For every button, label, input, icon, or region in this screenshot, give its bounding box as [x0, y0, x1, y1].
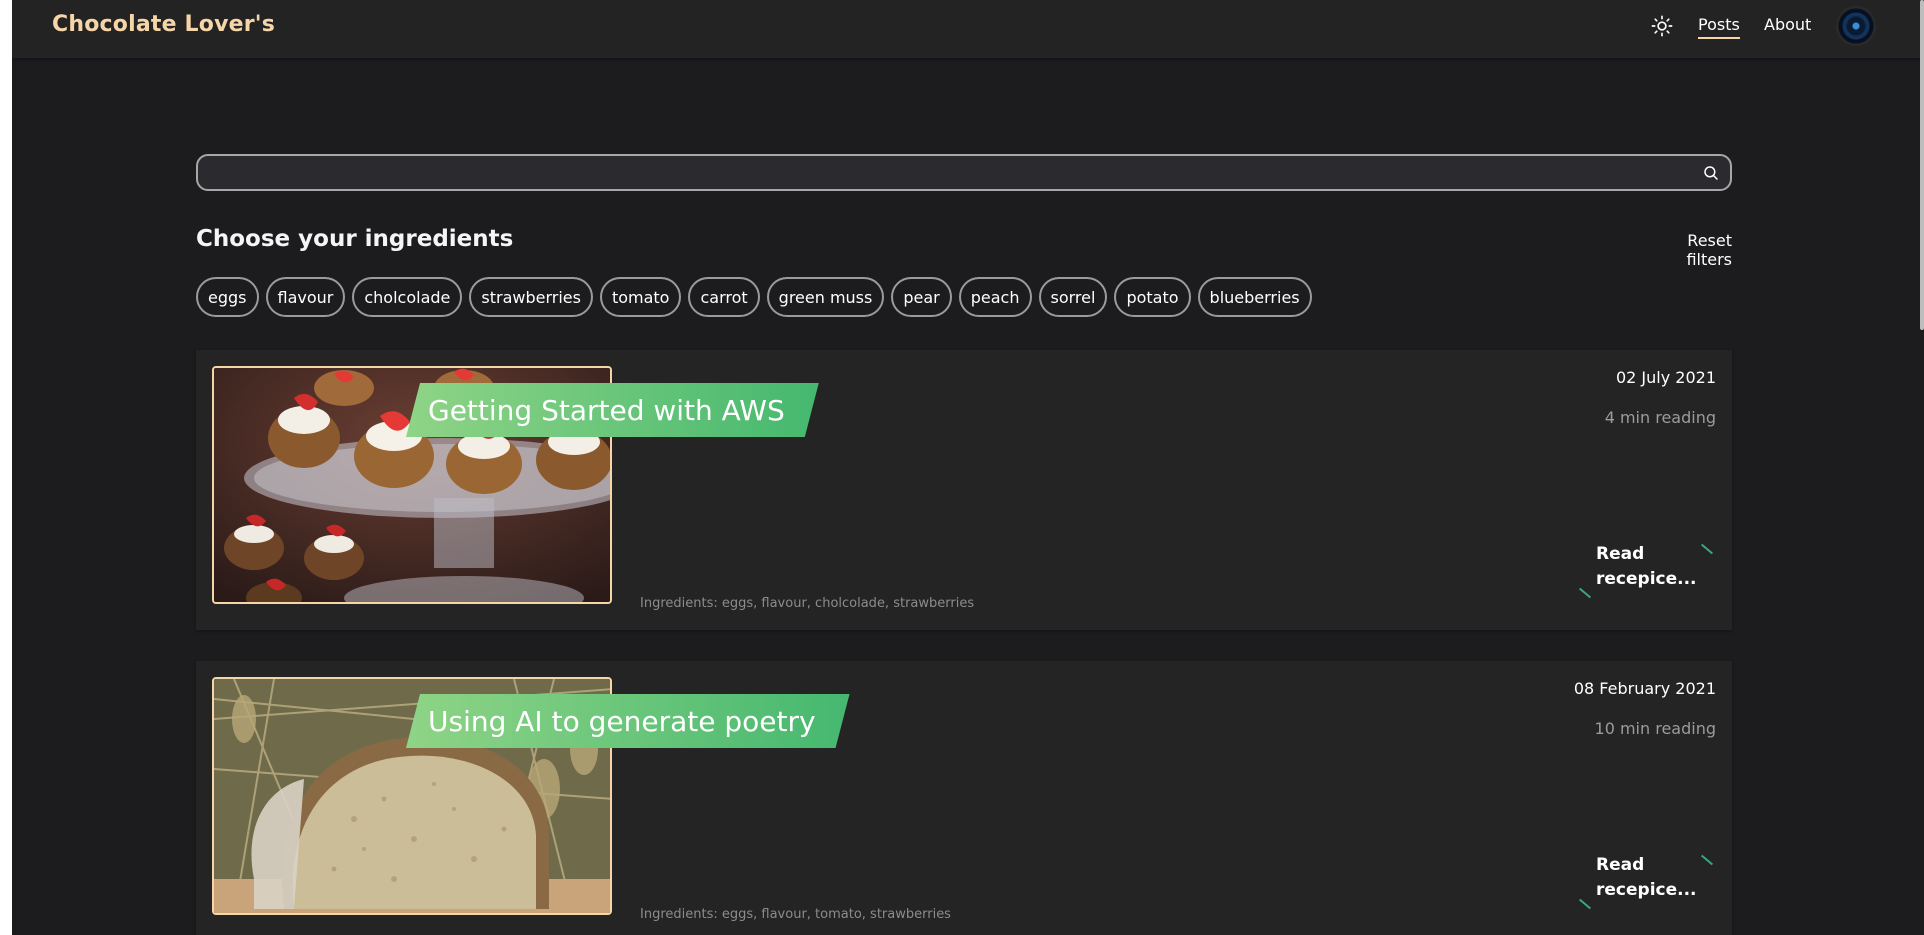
read-recipe-button[interactable]: Read recepice...: [1572, 542, 1722, 602]
ingredient-chip-peach[interactable]: peach: [958, 277, 1032, 317]
ingredient-chip-tomato[interactable]: tomato: [599, 277, 682, 317]
accent-line: [1700, 854, 1714, 866]
left-window-edge: [0, 0, 12, 935]
nav-link-posts[interactable]: Posts: [1698, 15, 1740, 39]
ingredient-chip-carrot[interactable]: carrot: [688, 277, 760, 317]
post-reading-time: 4 min reading: [1604, 408, 1716, 427]
accent-line: [1578, 898, 1592, 910]
avatar[interactable]: [1836, 6, 1876, 46]
post-date: 02 July 2021: [1615, 368, 1716, 387]
ingredient-chip-list: eggs flavour cholcolade strawberries tom…: [196, 277, 1312, 317]
read-recipe-label: Read recepice...: [1596, 544, 1697, 589]
page-scrollbar[interactable]: [1920, 0, 1924, 330]
search-bar: [196, 154, 1732, 191]
search-input[interactable]: [212, 162, 1692, 184]
reset-filters-button[interactable]: Reset filters: [1642, 231, 1732, 269]
sun-icon: [1651, 15, 1673, 37]
ingredient-chip-flavour[interactable]: flavour: [265, 277, 346, 317]
search-button[interactable]: [1702, 164, 1720, 182]
nav-link-about[interactable]: About: [1764, 15, 1811, 34]
ingredient-chip-green-muss[interactable]: green muss: [766, 277, 885, 317]
ingredient-chip-pear[interactable]: pear: [891, 277, 952, 317]
theme-toggle-button[interactable]: [1648, 12, 1676, 40]
search-icon: [1704, 166, 1718, 180]
post-title-banner[interactable]: Using AI to generate poetry: [406, 694, 850, 748]
post-date: 08 February 2021: [1573, 679, 1716, 698]
post-card: Using AI to generate poetry 08 February …: [196, 661, 1732, 935]
page: Chocolate Lover's Posts About Choose you…: [12, 0, 1924, 935]
read-recipe-button[interactable]: Read recepice...: [1572, 853, 1722, 913]
top-navbar: Chocolate Lover's Posts About: [12, 0, 1924, 58]
post-ingredients: Ingredients: eggs, flavour, tomato, stra…: [640, 907, 951, 922]
post-ingredients: Ingredients: eggs, flavour, cholcolade, …: [640, 596, 975, 611]
ingredient-chip-strawberries[interactable]: strawberries: [469, 277, 593, 317]
ingredient-chip-eggs[interactable]: eggs: [196, 277, 259, 317]
brand-logo[interactable]: Chocolate Lover's: [52, 12, 275, 37]
post-title-banner[interactable]: Getting Started with AWS: [406, 383, 819, 437]
filters-title: Choose your ingredients: [196, 226, 514, 252]
accent-line: [1700, 543, 1714, 555]
ingredient-chip-cholcolade[interactable]: cholcolade: [352, 277, 463, 317]
accent-line: [1578, 587, 1592, 599]
post-card: Getting Started with AWS 02 July 2021 4 …: [196, 350, 1732, 630]
read-recipe-label: Read recepice...: [1596, 855, 1697, 900]
ingredient-chip-potato[interactable]: potato: [1114, 277, 1191, 317]
ingredient-chip-sorrel[interactable]: sorrel: [1038, 277, 1108, 317]
post-reading-time: 10 min reading: [1594, 719, 1716, 738]
ingredient-chip-blueberries[interactable]: blueberries: [1197, 277, 1312, 317]
